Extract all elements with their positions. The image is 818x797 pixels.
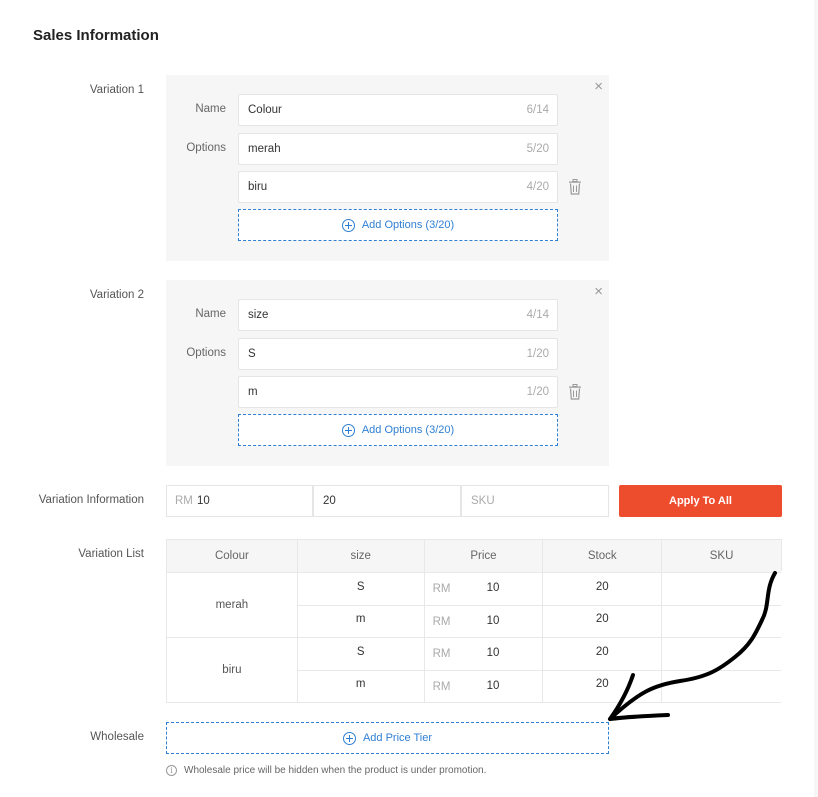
sales-information-card: Sales Information Variation 1 × Name Col…	[0, 0, 814, 797]
price-cell[interactable]: RM 10	[423, 604, 544, 638]
sku-placeholder: SKU	[471, 495, 495, 507]
size-cell: m	[296, 604, 425, 638]
variation-1-name-label: Name	[195, 103, 226, 115]
char-count: 6/14	[526, 104, 549, 116]
wholesale-note: i Wholesale price will be hidden when th…	[166, 765, 486, 776]
currency-prefix: RM	[432, 680, 451, 693]
variation-1-option-input[interactable]: biru 4/20	[238, 171, 558, 203]
add-price-tier-button[interactable]: Add Price Tier	[166, 722, 609, 754]
column-header: size	[296, 539, 425, 573]
plus-circle-icon	[342, 731, 356, 745]
colour-cell: merah	[166, 572, 298, 638]
close-icon[interactable]: ×	[594, 284, 603, 299]
char-count: 4/20	[526, 181, 549, 193]
currency-prefix: RM	[432, 648, 451, 660]
variation-list-label: Variation List	[78, 548, 144, 560]
price-cell[interactable]: RM 10	[423, 669, 544, 703]
field-value: m	[248, 386, 258, 398]
variation-1-options-label: Options	[186, 142, 226, 154]
sku-input[interactable]: SKU	[461, 485, 609, 517]
variation-1-name-input[interactable]: Colour 6/14	[238, 94, 558, 126]
add-price-tier-label: Add Price Tier	[362, 732, 433, 744]
price-value: 10	[486, 647, 500, 659]
price-input[interactable]: RM 10	[166, 485, 313, 517]
trash-icon[interactable]	[568, 384, 582, 400]
price-cell[interactable]: RM 10	[423, 572, 544, 606]
section-title: Sales Information	[33, 27, 159, 44]
stock-input[interactable]: 20	[313, 485, 461, 517]
currency-prefix: RM	[432, 615, 451, 628]
wholesale-label: Wholesale	[90, 731, 144, 743]
field-value: size	[248, 309, 269, 321]
variation-2-options-label: Options	[186, 347, 226, 359]
variation-2-add-options-button[interactable]: Add Options (3/20)	[238, 414, 558, 446]
column-header: Price	[423, 539, 544, 573]
currency-prefix: RM	[175, 495, 193, 507]
price-value: 10	[486, 679, 500, 692]
variation-2-name-label: Name	[195, 308, 226, 320]
plus-circle-icon	[341, 218, 355, 232]
price-value: 10	[197, 495, 210, 507]
colour-cell: biru	[166, 637, 298, 703]
info-icon: i	[166, 765, 177, 776]
variation-1-add-options-button[interactable]: Add Options (3/20)	[238, 209, 558, 241]
char-count: 5/20	[526, 143, 549, 155]
variation-1-label: Variation 1	[89, 84, 144, 96]
hand-drawn-arrow	[608, 571, 777, 721]
size-cell: S	[296, 637, 425, 671]
currency-prefix: RM	[432, 583, 451, 595]
size-value: m	[355, 678, 366, 691]
field-value: S	[248, 348, 256, 360]
variation-2-name-input[interactable]: size 4/14	[238, 299, 558, 331]
add-options-label: Add Options (3/20)	[361, 219, 455, 231]
field-value: biru	[248, 181, 268, 193]
variation-2-option-input[interactable]: m 1/20	[238, 376, 558, 408]
close-icon[interactable]: ×	[594, 79, 603, 94]
field-value: Colour	[248, 104, 282, 116]
size-cell: m	[296, 669, 425, 703]
plus-circle-icon	[341, 423, 355, 437]
variation-information-label: Variation Information	[38, 494, 144, 506]
size-cell: S	[296, 572, 425, 606]
variation-1-box: × Name Colour 6/14 Options merah 5/20 bi…	[166, 75, 609, 261]
size-value: S	[356, 580, 365, 593]
char-count: 1/20	[526, 386, 549, 398]
trash-icon[interactable]	[568, 179, 582, 195]
column-header: Colour	[166, 539, 298, 573]
price-value: 10	[486, 582, 500, 594]
price-cell[interactable]: RM 10	[423, 637, 544, 671]
variation-2-label: Variation 2	[89, 289, 144, 301]
apply-to-all-button[interactable]: Apply To All	[619, 485, 782, 517]
add-options-label: Add Options (3/20)	[361, 424, 455, 436]
field-value: merah	[248, 143, 281, 155]
variation-2-option-input[interactable]: S 1/20	[238, 338, 558, 370]
size-value: S	[356, 645, 365, 658]
price-value: 10	[486, 614, 500, 627]
char-count: 1/20	[526, 348, 549, 360]
variation-2-box: × Name size 4/14 Options S 1/20 m 1/20 A…	[166, 280, 609, 466]
size-value: m	[355, 613, 366, 626]
wholesale-note-text: Wholesale price will be hidden when the …	[184, 765, 487, 776]
variation-1-option-input[interactable]: merah 5/20	[238, 133, 558, 165]
char-count: 4/14	[526, 309, 549, 321]
stock-value: 20	[323, 495, 336, 507]
